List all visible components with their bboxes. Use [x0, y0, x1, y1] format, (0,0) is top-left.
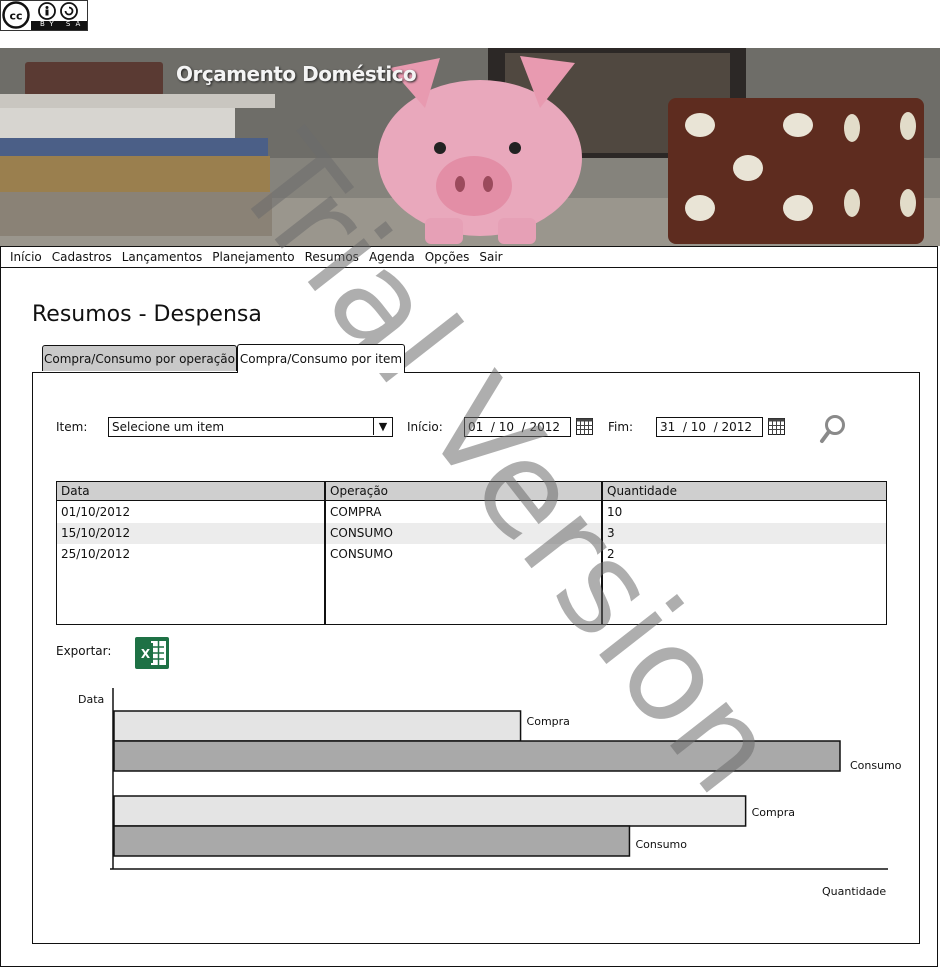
start-date-value: 01 / 10 / 2012 — [468, 420, 561, 434]
menu-item-agenda[interactable]: Agenda — [364, 250, 420, 264]
cell-operacao: COMPRA — [330, 505, 382, 519]
page-title: Resumos - Despensa — [32, 302, 262, 327]
cell-data: 01/10/2012 — [61, 505, 131, 519]
item-label: Item: — [56, 420, 88, 434]
cell-quantidade: 10 — [607, 505, 623, 519]
end-date-label: Fim: — [608, 420, 634, 434]
tab-compra-consumo-por-operacao[interactable]: Compra/Consumo por operação — [42, 345, 237, 371]
svg-text:X: X — [141, 647, 151, 661]
column-header-quantidade[interactable]: Quantidade — [603, 482, 886, 501]
cell-operacao: CONSUMO — [330, 526, 393, 540]
end-date-value: 31 / 10 / 2012 — [660, 420, 753, 434]
start-date-label: Início: — [407, 420, 443, 434]
results-table: Data Operação Quantidade 01/10/2012 COMP… — [56, 481, 887, 625]
export-label: Exportar: — [56, 644, 112, 658]
chevron-down-icon[interactable]: ▼ — [373, 418, 392, 435]
tab-compra-consumo-por-item[interactable]: Compra/Consumo por item — [237, 344, 405, 373]
cell-operacao: CONSUMO — [330, 547, 393, 561]
header-banner: Orçamento Doméstico — [0, 48, 940, 246]
menu-item-sair[interactable]: Sair — [474, 250, 507, 264]
column-divider — [601, 482, 603, 624]
menu-item-lancamentos[interactable]: Lançamentos — [117, 250, 208, 264]
menu-item-planejamento[interactable]: Planejamento — [207, 250, 299, 264]
search-icon[interactable] — [818, 413, 848, 445]
menu-item-cadastros[interactable]: Cadastros — [47, 250, 117, 264]
license-badge-text: BY SA — [40, 20, 86, 28]
table-row[interactable]: 25/10/2012 CONSUMO 2 — [57, 544, 886, 565]
table-row[interactable]: 01/10/2012 COMPRA 10 — [57, 502, 886, 523]
calendar-icon[interactable] — [768, 418, 785, 435]
app-title: Orçamento Doméstico — [176, 62, 417, 86]
menu-item-resumos[interactable]: Resumos — [300, 250, 364, 264]
column-header-data[interactable]: Data — [57, 482, 325, 501]
cell-data: 15/10/2012 — [61, 526, 131, 540]
item-select-value: Selecione um item — [112, 420, 225, 434]
main-menu: Início Cadastros Lançamentos Planejament… — [0, 246, 938, 268]
cell-quantidade: 3 — [607, 526, 615, 540]
calendar-icon[interactable] — [576, 418, 593, 435]
excel-icon[interactable]: X — [135, 637, 169, 669]
menu-item-inicio[interactable]: Início — [5, 250, 47, 264]
end-date-input[interactable]: 31 / 10 / 2012 — [656, 417, 763, 437]
svg-text:cc: cc — [9, 10, 22, 23]
column-header-operacao[interactable]: Operação — [326, 482, 602, 501]
column-divider — [324, 482, 326, 624]
item-select[interactable]: Selecione um item ▼ — [108, 417, 393, 437]
menu-item-opcoes[interactable]: Opções — [420, 250, 475, 264]
start-date-input[interactable]: 01 / 10 / 2012 — [464, 417, 571, 437]
table-row[interactable]: 15/10/2012 CONSUMO 3 — [57, 523, 886, 544]
license-badge: cc BY SA — [0, 0, 88, 31]
cell-quantidade: 2 — [607, 547, 615, 561]
cell-data: 25/10/2012 — [61, 547, 131, 561]
banner-image — [0, 48, 940, 246]
